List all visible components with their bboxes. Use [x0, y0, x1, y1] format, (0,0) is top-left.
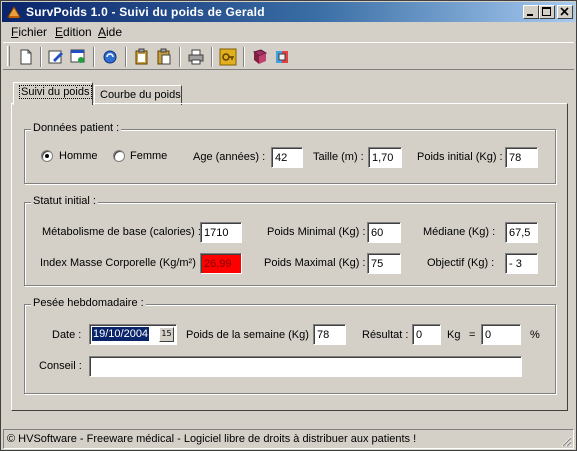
minimize-icon — [527, 14, 533, 16]
advice-input[interactable] — [89, 356, 522, 377]
age-label: Age (années) : — [193, 151, 266, 163]
maximize-button[interactable] — [539, 5, 555, 19]
tab-courbe-du-poids[interactable]: Courbe du poids — [94, 85, 182, 105]
toolbar-separator — [179, 47, 181, 67]
week-weight-label: Poids de la semaine (Kg) : — [186, 329, 316, 341]
book-icon[interactable] — [251, 48, 269, 66]
result-label: Résultat : — [362, 329, 409, 341]
group-title: Pesée hebdomadaire : — [31, 297, 146, 309]
maximize-icon — [542, 7, 551, 16]
week-weight-input[interactable] — [313, 324, 346, 345]
open-window-icon[interactable] — [69, 48, 87, 66]
tab-suivi-du-poids[interactable]: Suivi du poids — [13, 82, 93, 105]
metabolism-label: Métabolisme de base (calories) : — [42, 226, 201, 238]
patient-group: Données patient : Homme Femme Age (année… — [24, 122, 556, 184]
calendar-icon[interactable]: 15 — [159, 327, 174, 342]
equals-label: = — [469, 329, 476, 341]
print-icon[interactable] — [187, 48, 205, 66]
height-input[interactable] — [368, 147, 402, 168]
edit-icon[interactable] — [47, 48, 65, 66]
toolbar-separator — [40, 47, 42, 67]
paste-special-icon[interactable] — [155, 48, 173, 66]
toolbar-separator — [125, 47, 127, 67]
app-scale-icon[interactable] — [6, 4, 22, 20]
bmi-input[interactable] — [200, 253, 242, 274]
toolbar-separator — [93, 47, 95, 67]
date-picker[interactable]: 19/10/2004 15 — [89, 324, 177, 345]
max-weight-label: Poids Maximal (Kg) : — [264, 257, 366, 269]
percent-input[interactable] — [481, 324, 521, 345]
group-title: Données patient : — [31, 122, 122, 134]
minimize-button[interactable] — [523, 5, 539, 19]
max-weight-input[interactable] — [367, 253, 401, 274]
status-group: Statut initial : Métabolisme de base (ca… — [24, 195, 556, 286]
toolbar-separator — [211, 47, 213, 67]
menu-bar: Fichier Edition Aide — [3, 23, 574, 41]
weekly-group: Pesée hebdomadaire : Date : 19/10/2004 1… — [24, 297, 556, 394]
group-title: Statut initial : — [31, 195, 98, 207]
toolbar-grip[interactable] — [7, 46, 10, 66]
toolbar-separator — [243, 47, 245, 67]
goal-label: Objectif (Kg) : — [427, 257, 495, 269]
tab-panel: Données patient : Homme Femme Age (année… — [11, 103, 568, 411]
radio-femme-label[interactable]: Femme — [130, 150, 167, 162]
radio-homme-label[interactable]: Homme — [59, 150, 98, 162]
menu-fichier[interactable]: Fichier — [11, 25, 47, 39]
metabolism-input[interactable] — [200, 222, 242, 243]
radio-homme[interactable] — [41, 150, 53, 162]
window-title: SurvPoids 1.0 - Suivi du poids de Gerald — [26, 5, 265, 19]
resize-grip-icon[interactable] — [560, 435, 572, 447]
kg-unit-label: Kg — [447, 329, 461, 341]
key-icon[interactable] — [219, 48, 237, 66]
date-value[interactable]: 19/10/2004 — [92, 327, 150, 341]
tab-label: Suivi du poids — [19, 85, 92, 99]
goal-input[interactable] — [505, 253, 538, 274]
status-bar: © HVSoftware - Freeware médical - Logici… — [3, 429, 574, 449]
app-window: SurvPoids 1.0 - Suivi du poids de Gerald… — [0, 0, 577, 451]
percent-unit-label: % — [530, 329, 540, 341]
status-text: © HVSoftware - Freeware médical - Logici… — [7, 433, 417, 445]
min-weight-input[interactable] — [367, 222, 401, 243]
paste-icon[interactable] — [133, 48, 151, 66]
tab-label: Courbe du poids — [100, 89, 181, 101]
menu-aide[interactable]: Aide — [98, 25, 122, 39]
date-label: Date : — [52, 329, 82, 341]
initial-weight-label: Poids initial (Kg) : — [417, 151, 503, 163]
height-label: Taille (m) : — [313, 151, 364, 163]
initial-weight-input[interactable] — [505, 147, 538, 168]
advice-label: Conseil : — [39, 360, 82, 372]
radio-femme[interactable] — [113, 150, 125, 162]
age-input[interactable] — [271, 147, 303, 168]
help-icon[interactable] — [273, 48, 291, 66]
toolbar — [3, 42, 574, 70]
title-bar[interactable]: SurvPoids 1.0 - Suivi du poids de Gerald — [2, 2, 575, 22]
result-input[interactable] — [412, 324, 441, 345]
menu-edition[interactable]: Edition — [55, 25, 92, 39]
refresh-icon[interactable] — [101, 48, 119, 66]
median-input[interactable] — [505, 222, 538, 243]
bmi-label: Index Masse Corporelle (Kg/m²) : — [40, 257, 202, 269]
new-document-icon[interactable] — [17, 48, 35, 66]
median-label: Médiane (Kg) : — [423, 226, 496, 238]
close-icon — [560, 7, 569, 16]
close-button[interactable] — [557, 5, 573, 19]
min-weight-label: Poids Minimal (Kg) : — [267, 226, 366, 238]
